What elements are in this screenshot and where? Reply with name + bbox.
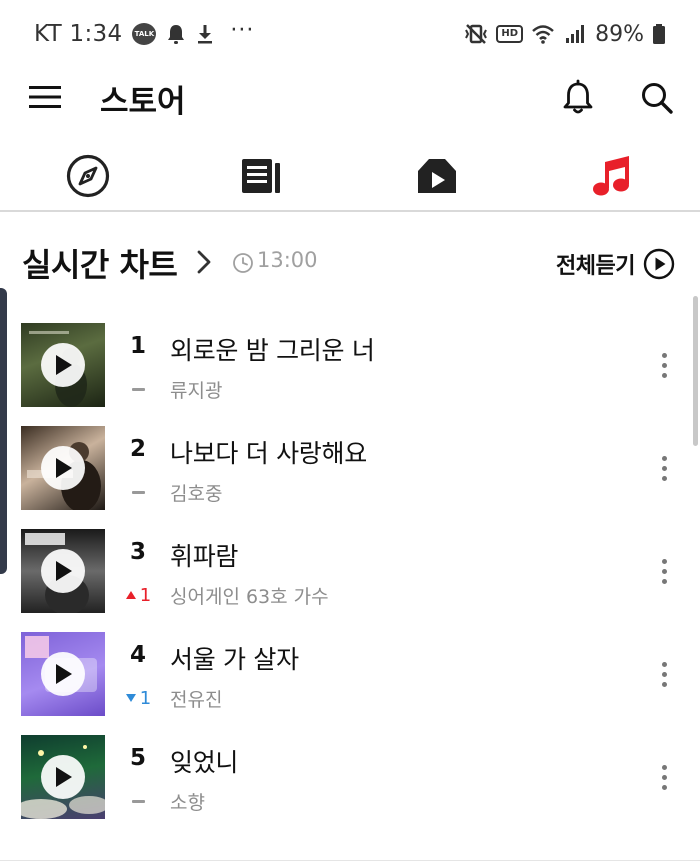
status-bar: KT 1:34 TALK ··· HD 89% <box>0 0 700 66</box>
artist-name: 싱어게인 63호 가수 <box>170 586 329 608</box>
tab-movies[interactable] <box>407 150 467 202</box>
song-title: 잊었니 <box>170 748 239 777</box>
chart-row[interactable]: 4 1 서울 가 살자 전유진 <box>0 624 700 724</box>
song-title: 나보다 더 사랑해요 <box>170 439 367 468</box>
chevron-right-icon[interactable] <box>194 248 214 276</box>
artist-name: 류지광 <box>170 380 223 402</box>
play-button[interactable] <box>41 446 85 490</box>
listen-all-button[interactable]: 전체듣기 <box>556 246 675 282</box>
bell-notification-icon <box>168 25 185 44</box>
rank-number: 3 <box>129 539 146 565</box>
menu-button[interactable] <box>28 82 62 112</box>
chart-row[interactable]: 5 잊었니 소향 <box>0 727 700 827</box>
status-bar-right: HD 89% <box>464 18 666 50</box>
play-icon <box>56 664 72 684</box>
arrow-up-icon <box>125 591 136 599</box>
no-change-icon <box>131 387 145 391</box>
rank-change-same <box>120 482 156 502</box>
song-title: 서울 가 살자 <box>170 645 299 674</box>
rank-change-same <box>120 379 156 399</box>
no-change-icon <box>131 799 145 803</box>
song-title: 휘파람 <box>170 542 239 571</box>
chart-row[interactable]: 1 외로운 밤 그리운 너 류지광 <box>0 315 700 415</box>
album-art[interactable] <box>21 323 105 407</box>
battery-percent: 89% <box>595 21 644 47</box>
divider <box>0 860 700 861</box>
chart-header: 실시간 차트 13:00 전체듣기 <box>0 230 700 296</box>
rank-change-down: 1 <box>120 687 156 709</box>
album-art[interactable] <box>21 529 105 613</box>
more-options-button[interactable] <box>654 757 674 797</box>
listen-all-label: 전체듣기 <box>556 254 635 279</box>
rank-number: 5 <box>129 745 146 771</box>
album-art[interactable] <box>21 426 105 510</box>
play-icon <box>56 767 72 787</box>
menu-icon <box>29 86 61 108</box>
chart-update-time: 13:00 <box>257 248 318 272</box>
carrier-time: KT 1:34 <box>34 21 123 47</box>
rank-number: 2 <box>129 436 146 462</box>
album-art[interactable] <box>21 632 105 716</box>
chart-row[interactable]: 2 나보다 더 사랑해요 김호중 <box>0 418 700 518</box>
signal-icon <box>566 25 585 43</box>
movie-play-icon <box>418 159 456 193</box>
category-tabs <box>0 140 700 212</box>
more-notifications-icon: ··· <box>230 17 255 43</box>
rank-number: 1 <box>129 333 146 359</box>
more-options-button[interactable] <box>654 654 674 694</box>
compass-icon <box>66 154 110 198</box>
talk-notification-icon: TALK <box>132 23 157 45</box>
artist-name: 소향 <box>170 792 205 814</box>
play-icon <box>56 355 72 375</box>
more-options-button[interactable] <box>654 448 674 488</box>
search-button[interactable] <box>637 78 677 118</box>
no-change-icon <box>131 490 145 494</box>
play-icon <box>56 561 72 581</box>
tab-books[interactable] <box>231 150 291 202</box>
app-bar: 스토어 <box>0 66 700 130</box>
arrow-down-icon <box>125 694 136 702</box>
more-options-button[interactable] <box>654 345 674 385</box>
download-icon <box>198 25 213 44</box>
clock-icon <box>233 253 253 273</box>
wifi-icon <box>532 25 554 44</box>
vibrate-mute-icon <box>465 24 488 44</box>
album-art[interactable] <box>21 735 105 819</box>
chart-row[interactable]: 3 1 휘파람 싱어게인 63호 가수 <box>0 521 700 621</box>
play-icon <box>56 458 72 478</box>
page-title: 스토어 <box>100 84 186 120</box>
tab-discover[interactable] <box>58 150 118 202</box>
play-button[interactable] <box>41 343 85 387</box>
book-list-icon <box>242 159 280 193</box>
bell-icon <box>563 79 593 114</box>
tab-music[interactable] <box>582 150 642 202</box>
hd-voice-icon: HD <box>496 25 524 43</box>
rank-change-up: 1 <box>120 584 156 606</box>
search-icon <box>642 83 673 114</box>
play-button[interactable] <box>41 652 85 696</box>
battery-icon <box>653 24 665 44</box>
rank-change-value: 1 <box>139 687 152 709</box>
chart-title[interactable]: 실시간 차트 <box>22 240 178 286</box>
play-button[interactable] <box>41 755 85 799</box>
artist-name: 김호중 <box>170 483 223 505</box>
play-button[interactable] <box>41 549 85 593</box>
status-bar-left: KT 1:34 TALK ··· <box>34 18 254 50</box>
song-title: 외로운 밤 그리운 너 <box>170 336 375 365</box>
rank-change-value: 1 <box>139 584 152 606</box>
rank-number: 4 <box>129 642 146 668</box>
notifications-button[interactable] <box>558 78 598 118</box>
rank-change-same <box>120 791 156 811</box>
music-note-icon <box>593 156 629 196</box>
more-options-button[interactable] <box>654 551 674 591</box>
play-circle-icon <box>643 248 675 280</box>
artist-name: 전유진 <box>170 689 223 711</box>
